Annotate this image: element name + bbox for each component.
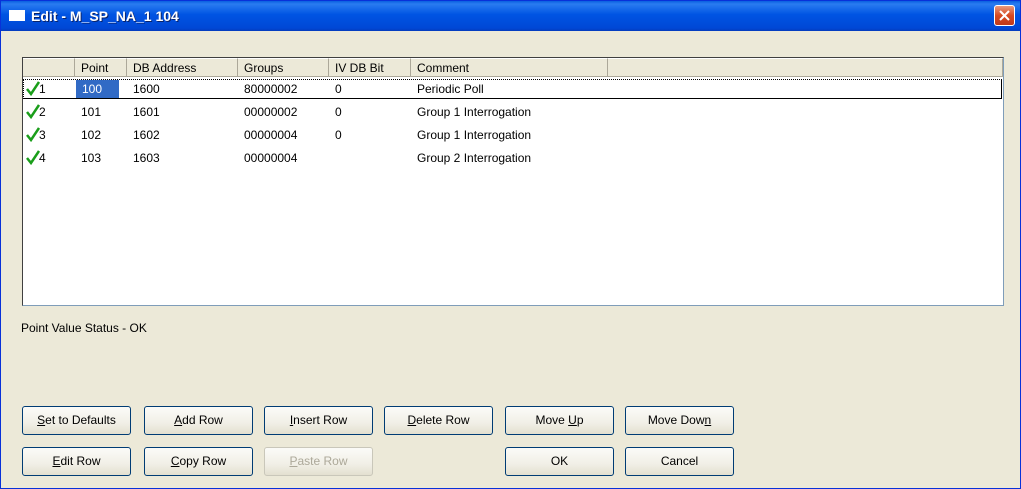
- delete-row-button[interactable]: Delete Row: [384, 406, 493, 435]
- row-index: 1: [39, 82, 46, 96]
- button-label: et to Defaults: [45, 413, 116, 427]
- set-to-defaults-button[interactable]: Set to Defaults: [22, 406, 131, 435]
- button-label-accelerator: S: [37, 413, 46, 427]
- column-header-index[interactable]: [23, 58, 75, 77]
- db-address-cell[interactable]: 1603: [127, 147, 238, 169]
- window-title: Edit - M_SP_NA_1 104: [31, 8, 179, 24]
- button-label: Cancel: [660, 454, 699, 468]
- iv-db-bit-cell[interactable]: [329, 147, 411, 169]
- point-value-status: Point Value Status - OK: [21, 321, 147, 335]
- point-cell[interactable]: 100: [76, 80, 119, 98]
- column-header-comment[interactable]: Comment: [411, 58, 608, 77]
- window-icon: [9, 10, 25, 21]
- button-label-accelerator: D: [407, 413, 417, 427]
- row-index: 3: [39, 128, 46, 142]
- points-table[interactable]: Point DB Address Groups IV DB Bit Commen…: [22, 57, 1004, 306]
- column-header-groups[interactable]: Groups: [238, 58, 329, 77]
- point-cell[interactable]: 101: [75, 101, 127, 123]
- comment-cell[interactable]: Group 2 Interrogation: [411, 147, 608, 169]
- button-label: p: [576, 413, 584, 427]
- comment-cell[interactable]: Group 1 Interrogation: [411, 101, 608, 123]
- row-index: 2: [39, 105, 46, 119]
- move-up-button[interactable]: Move Up: [505, 406, 614, 435]
- point-cell[interactable]: 103: [75, 147, 127, 169]
- button-label: opy Row: [179, 454, 227, 468]
- iv-db-bit-cell[interactable]: 0: [329, 124, 411, 146]
- db-address-cell[interactable]: 1601: [127, 101, 238, 123]
- point-cell[interactable]: 102: [75, 124, 127, 146]
- paste-row-button[interactable]: Paste Row: [264, 447, 373, 476]
- table-row[interactable]: 2 101 1601 00000002 0 Group 1 Interrogat…: [23, 101, 1003, 123]
- table-row[interactable]: 4 103 1603 00000004 Group 2 Interrogatio…: [23, 147, 1003, 169]
- button-label: aste Row: [297, 454, 348, 468]
- button-label: dd Row: [182, 413, 223, 427]
- button-label: Move: [535, 413, 569, 427]
- table-header: Point DB Address Groups IV DB Bit Commen…: [23, 58, 1003, 78]
- button-label: dit Row: [60, 454, 101, 468]
- iv-db-bit-cell[interactable]: 0: [329, 101, 411, 123]
- ok-button[interactable]: OK: [505, 447, 614, 476]
- column-header-filler: [608, 58, 1003, 77]
- insert-row-button[interactable]: Insert Row: [264, 406, 373, 435]
- button-label: OK: [550, 454, 569, 468]
- button-label-accelerator: A: [174, 413, 183, 427]
- button-label-accelerator: n: [704, 413, 712, 427]
- button-label: Move Dow: [647, 413, 705, 427]
- iv-db-bit-cell[interactable]: 0: [329, 78, 411, 100]
- column-header-db-address[interactable]: DB Address: [127, 58, 238, 77]
- column-header-point[interactable]: Point: [75, 58, 127, 77]
- groups-cell[interactable]: 00000004: [238, 124, 329, 146]
- table-row[interactable]: 1 100 1600 80000002 0 Periodic Poll: [23, 78, 1003, 100]
- edit-dialog-window: Edit - M_SP_NA_1 104 Point DB Address Gr…: [0, 0, 1021, 489]
- comment-cell[interactable]: Periodic Poll: [411, 78, 608, 100]
- db-address-cell[interactable]: 1600: [127, 78, 238, 100]
- db-address-cell[interactable]: 1602: [127, 124, 238, 146]
- move-down-button[interactable]: Move Down: [625, 406, 734, 435]
- column-header-iv-db-bit[interactable]: IV DB Bit: [329, 58, 411, 77]
- button-label-accelerator: U: [568, 413, 577, 427]
- comment-cell[interactable]: Group 1 Interrogation: [411, 124, 608, 146]
- copy-row-button[interactable]: Copy Row: [144, 447, 253, 476]
- cancel-button[interactable]: Cancel: [625, 447, 734, 476]
- table-row[interactable]: 3 102 1602 00000004 0 Group 1 Interrogat…: [23, 124, 1003, 146]
- button-label: nsert Row: [293, 413, 348, 427]
- row-index: 4: [39, 151, 46, 165]
- groups-cell[interactable]: 00000002: [238, 101, 329, 123]
- add-row-button[interactable]: Add Row: [144, 406, 253, 435]
- button-label-accelerator: E: [52, 454, 61, 468]
- button-label: elete Row: [416, 413, 470, 427]
- close-button[interactable]: [994, 5, 1015, 26]
- title-bar[interactable]: Edit - M_SP_NA_1 104: [1, 1, 1020, 31]
- close-icon: [999, 10, 1010, 21]
- groups-cell[interactable]: 00000004: [238, 147, 329, 169]
- groups-cell[interactable]: 80000002: [238, 78, 329, 100]
- edit-row-button[interactable]: Edit Row: [22, 447, 131, 476]
